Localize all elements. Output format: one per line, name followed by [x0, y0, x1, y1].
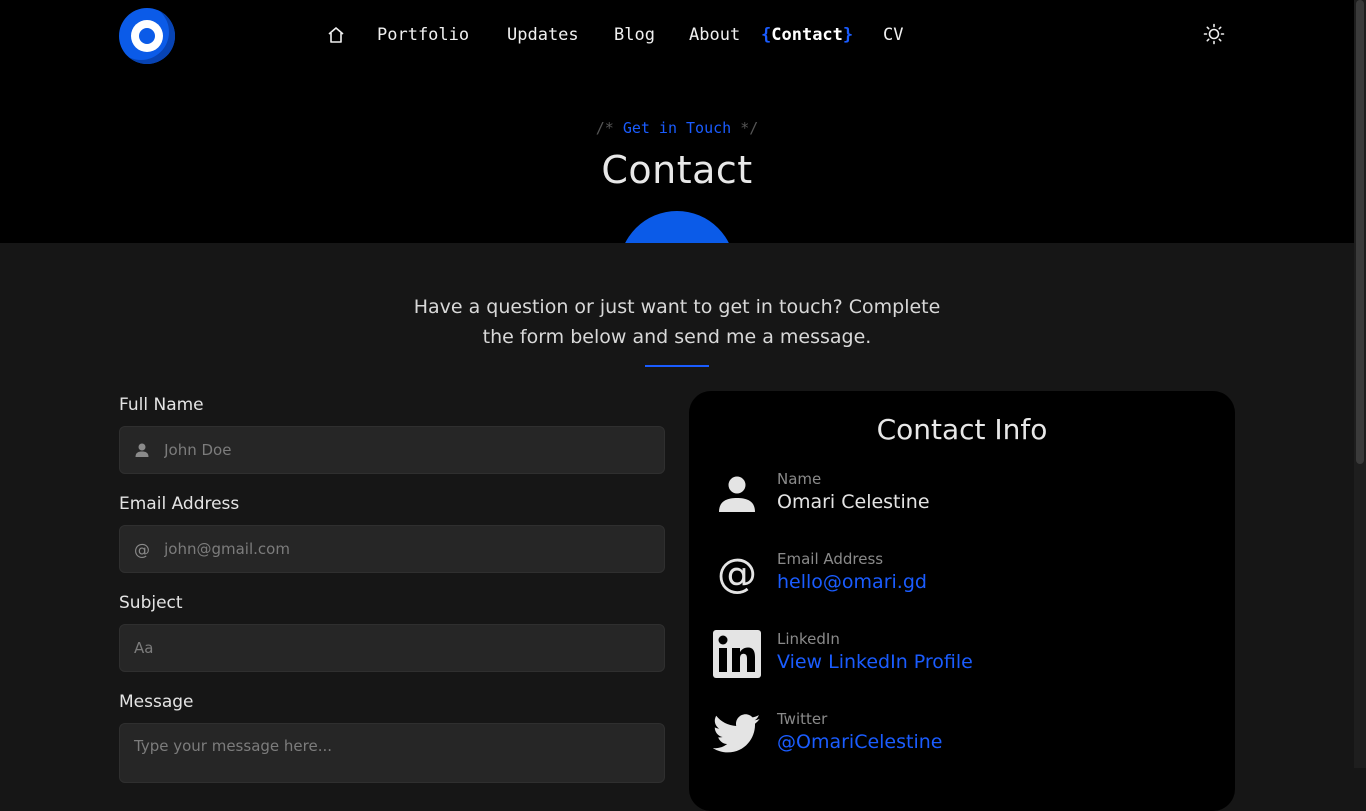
message-label: Message	[119, 692, 194, 712]
email-label: Email Address	[119, 494, 240, 514]
eyebrow-open: /*	[595, 119, 614, 137]
nav-home-link[interactable]	[326, 24, 346, 46]
contact-info-card: Contact Info Name Omari Celestine @ Emai…	[689, 391, 1235, 811]
nav-brace-open: {	[761, 25, 772, 45]
svg-text:@: @	[717, 554, 757, 594]
full-name-input[interactable]	[164, 441, 664, 459]
intro-text: Have a question or just want to get in t…	[413, 296, 941, 348]
email-field[interactable]: @	[119, 525, 665, 573]
nav-contact-label: Contact	[771, 25, 843, 45]
info-label-email: Email Address	[777, 550, 884, 568]
at-icon: @	[134, 539, 151, 559]
nav-brace-close: }	[842, 25, 854, 45]
info-label-twitter: Twitter	[777, 710, 828, 728]
page-scrollbar[interactable]	[1354, 0, 1366, 768]
nav-blog[interactable]: Blog	[614, 24, 655, 46]
info-value-name: Omari Celestine	[777, 491, 930, 513]
linkedin-icon	[713, 630, 761, 678]
twitter-link[interactable]: @OmariCelestine	[777, 731, 942, 753]
decorative-half-circle	[619, 211, 735, 243]
info-label-name: Name	[777, 470, 822, 488]
person-icon	[120, 442, 164, 458]
message-field[interactable]	[119, 723, 665, 783]
logo-ring	[131, 20, 163, 52]
home-icon	[328, 27, 344, 43]
info-row-email: @ Email Address hello@omari.gd	[713, 550, 1213, 606]
nav-updates[interactable]: Updates	[507, 24, 579, 46]
email-link[interactable]: hello@omari.gd	[777, 571, 927, 593]
full-name-label: Full Name	[119, 395, 204, 415]
subject-input[interactable]	[120, 639, 664, 657]
contact-info-title: Contact Info	[876, 413, 1048, 446]
logo[interactable]	[119, 8, 175, 64]
nav-portfolio[interactable]: Portfolio	[377, 24, 469, 46]
theme-toggle-button[interactable]	[1203, 23, 1225, 45]
info-row-linkedin: LinkedIn View LinkedIn Profile	[713, 630, 1213, 686]
message-input[interactable]	[120, 724, 664, 782]
email-input[interactable]	[164, 540, 664, 558]
at-icon: @	[713, 550, 761, 598]
hero-header: Portfolio Updates Blog About {Contact} C…	[0, 0, 1354, 243]
info-label-linkedin: LinkedIn	[777, 630, 840, 648]
logo-dot	[139, 28, 155, 44]
nav-contact[interactable]: {Contact}	[761, 24, 853, 46]
info-row-twitter: Twitter @OmariCelestine	[713, 710, 1213, 766]
info-row-name: Name Omari Celestine	[713, 470, 1213, 526]
sun-icon	[1203, 23, 1225, 45]
linkedin-link[interactable]: View LinkedIn Profile	[777, 651, 973, 673]
subject-label: Subject	[119, 593, 183, 613]
scrollbar-thumb[interactable]	[1356, 0, 1364, 464]
subject-field[interactable]	[119, 624, 665, 672]
page-title: Contact	[601, 148, 753, 192]
nav-about[interactable]: About	[689, 24, 740, 46]
person-icon	[713, 470, 761, 518]
nav-cv[interactable]: CV	[883, 24, 903, 46]
full-name-field[interactable]	[119, 426, 665, 474]
section-eyebrow: /* Get in Touch */	[0, 119, 1354, 137]
accent-divider	[645, 365, 709, 367]
eyebrow-text: Get in Touch	[622, 119, 732, 137]
eyebrow-close: */	[740, 119, 759, 137]
twitter-icon	[713, 710, 761, 758]
